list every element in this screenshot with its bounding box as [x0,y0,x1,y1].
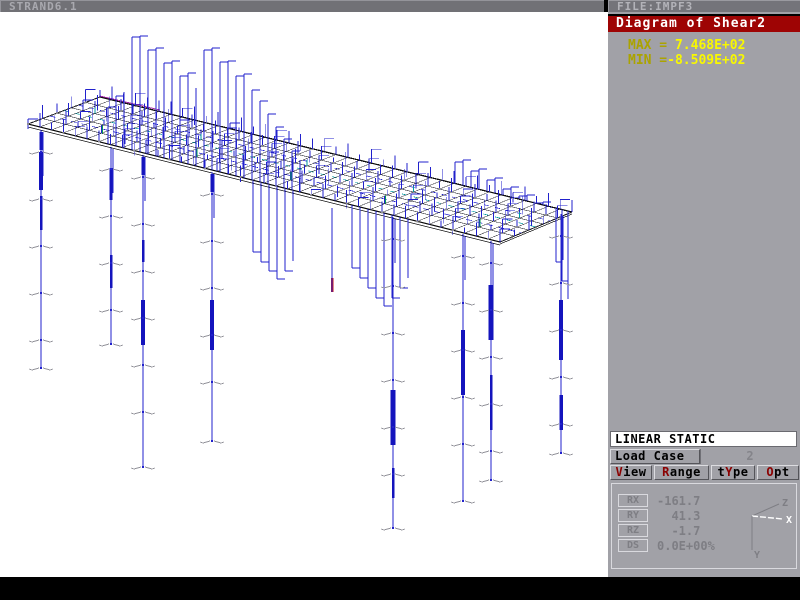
command-button-row: View Range tYpe Opt [610,465,799,480]
min-row: MIN =-8.509E+02 [608,53,800,68]
app-title-bar: STRAND6.1 [0,0,604,12]
axis-triad-icon: Z X Y [732,492,794,562]
minmax-readout: MAX = 7.468E+02 MIN =-8.509E+02 [608,38,800,68]
opt-button[interactable]: Opt [757,465,799,480]
min-label: MIN = [628,53,667,68]
view-button[interactable]: View [610,465,652,480]
max-value: 7.468E+02 [667,38,745,53]
view-parameters-box: RX -161.7 RY 41.3 RZ -1.7 DS 0.0E+00% Z … [611,483,797,569]
ry-value: 41.3 [657,509,700,523]
file-name: FILE:IMPF3 [617,0,693,13]
rx-label: RX [618,494,648,507]
ds-row: DS 0.0E+00% [618,539,715,552]
app-window: STRAND6.1 FILE:IMPF3 Diagram of Shear2 M… [0,0,800,600]
model-viewport[interactable] [0,12,608,577]
ds-value: 0.0E+00% [657,539,715,553]
ds-label: DS [618,539,648,552]
load-case-button[interactable]: Load Case [610,449,700,464]
range-hotkey: R [662,465,670,479]
opt-hotkey: O [766,465,774,479]
max-label: MAX = [628,38,667,53]
axis-z-label: Z [782,498,788,509]
diagram-title: Diagram of Shear2 [616,16,766,31]
type-hotkey: Y [725,465,733,479]
load-case-row: Load Case 2 [610,449,799,464]
file-bar: FILE:IMPF3 [608,0,800,12]
status-footer-bar [0,577,800,600]
max-row: MAX = 7.468E+02 [608,38,800,53]
diagram-title-bar: Diagram of Shear2 [608,14,800,32]
type-button[interactable]: tYpe [711,465,755,480]
load-case-value: 2 [700,449,799,464]
shear-diagram-model[interactable] [0,12,608,577]
rx-row: RX -161.7 [618,494,700,507]
rz-value: -1.7 [657,524,700,538]
range-button[interactable]: Range [654,465,709,480]
ry-label: RY [618,509,648,522]
analysis-type-label: LINEAR STATIC [615,432,715,446]
analysis-type-box: LINEAR STATIC [610,431,797,447]
min-value: -8.509E+02 [667,53,745,68]
rx-value: -161.7 [657,494,700,508]
rz-label: RZ [618,524,648,537]
load-case-label: Load Case [615,449,685,463]
axis-x-label: X [786,515,792,526]
ry-row: RY 41.3 [618,509,700,522]
rz-row: RZ -1.7 [618,524,700,537]
axis-y-label: Y [754,550,760,561]
side-panel: FILE:IMPF3 Diagram of Shear2 MAX = 7.468… [608,0,800,577]
